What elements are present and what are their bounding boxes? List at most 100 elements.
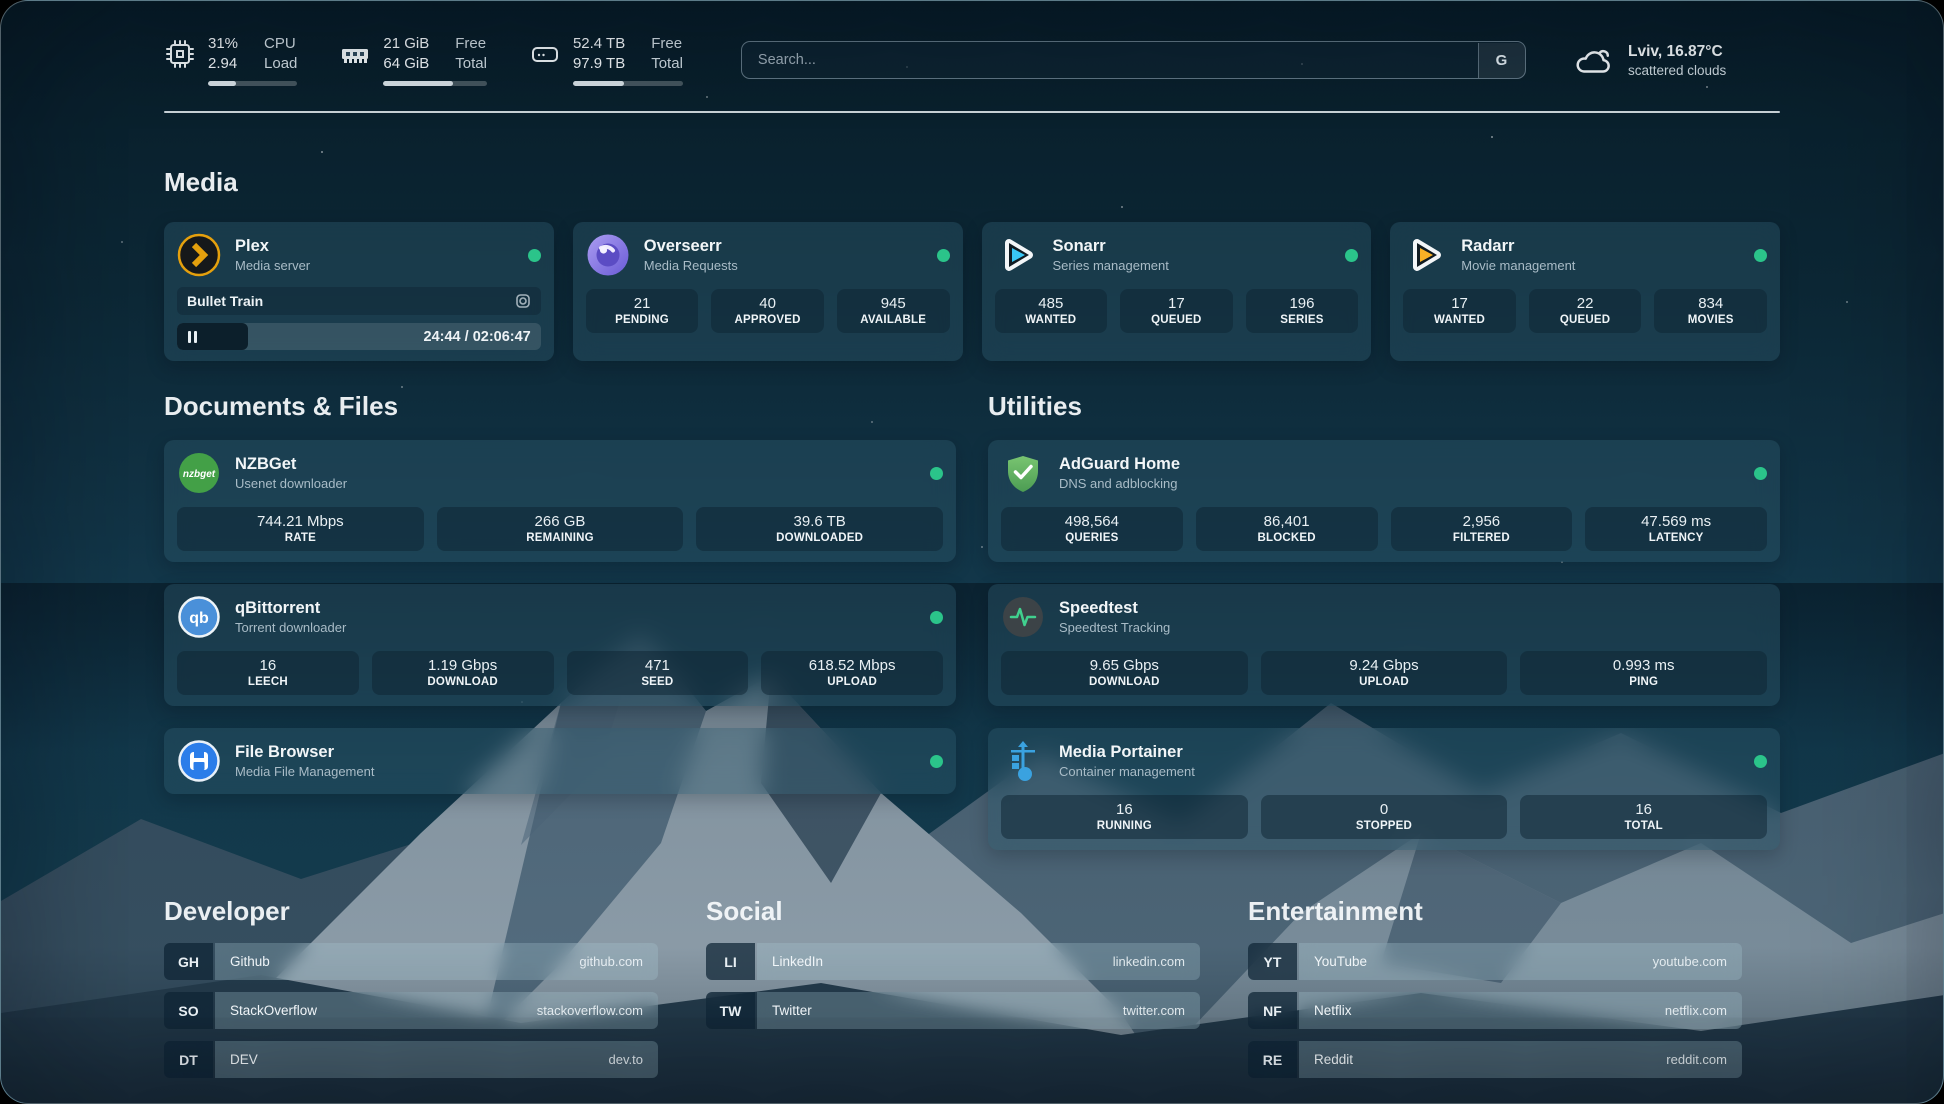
bookmark-abbr: GH xyxy=(164,943,213,980)
status-dot xyxy=(1754,755,1767,768)
bookmark-dev[interactable]: DT DEV dev.to xyxy=(164,1041,658,1078)
service-subtitle: DNS and adblocking xyxy=(1059,476,1180,491)
service-card-speedtest[interactable]: Speedtest Speedtest Tracking 9.65 Gbps D… xyxy=(988,584,1780,706)
service-title: Overseerr xyxy=(644,237,738,256)
bookmark-url: youtube.com xyxy=(1653,954,1727,969)
now-playing-row: Bullet Train xyxy=(177,287,541,315)
cloud-icon xyxy=(1572,43,1614,77)
stat-stopped: 0 STOPPED xyxy=(1261,795,1508,839)
service-card-overseerr[interactable]: Overseerr Media Requests 21 PENDING 40 A… xyxy=(573,222,963,361)
service-subtitle: Container management xyxy=(1059,764,1195,779)
memory-progress-fill xyxy=(383,81,452,86)
cpu-usage-value: 31% xyxy=(208,34,238,54)
bookmark-netflix[interactable]: NF Netflix netflix.com xyxy=(1248,992,1742,1029)
service-card-filebrowser[interactable]: File Browser Media File Management xyxy=(164,728,956,794)
status-dot xyxy=(930,611,943,624)
bookmark-github[interactable]: GH Github github.com xyxy=(164,943,658,980)
bookmark-reddit[interactable]: RE Reddit reddit.com xyxy=(1248,1041,1742,1078)
top-bar: 31% 2.94 CPU Load xyxy=(164,31,1780,89)
overseerr-icon xyxy=(586,233,630,277)
playback-elapsed xyxy=(177,323,248,350)
media-heading: Media xyxy=(164,167,1780,198)
service-card-portainer[interactable]: Media Portainer Container management 16 … xyxy=(988,728,1780,850)
stat-wanted: 485 WANTED xyxy=(995,289,1108,333)
bookmark-abbr: LI xyxy=(706,943,755,980)
status-dot xyxy=(528,249,541,262)
stat-leech: 16 LEECH xyxy=(177,651,359,695)
service-subtitle: Movie management xyxy=(1461,258,1575,273)
dashboard: 31% 2.94 CPU Load xyxy=(0,0,1944,1104)
stat-latency: 47.569 ms LATENCY xyxy=(1585,507,1767,551)
cpu-label: CPU xyxy=(264,34,297,54)
bookmark-name: Twitter xyxy=(772,1003,812,1018)
status-dot xyxy=(1345,249,1358,262)
search-provider-button[interactable]: G xyxy=(1478,43,1525,78)
load-label: Load xyxy=(264,54,297,74)
service-card-sonarr[interactable]: Sonarr Series management 485 WANTED 17 Q… xyxy=(982,222,1372,361)
stat-seed: 471 SEED xyxy=(567,651,749,695)
search-bar: G xyxy=(741,41,1526,79)
radarr-icon xyxy=(1403,233,1447,277)
bookmark-name: LinkedIn xyxy=(772,954,823,969)
weather-condition: scattered clouds xyxy=(1628,63,1726,78)
now-playing-title: Bullet Train xyxy=(187,293,263,309)
bookmark-url: stackoverflow.com xyxy=(537,1003,643,1018)
service-title: Radarr xyxy=(1461,237,1575,256)
section-documents: Documents & Files nzbget NZBGet Usenet d… xyxy=(164,391,956,794)
stat-total: 16 TOTAL xyxy=(1520,795,1767,839)
playback-progress-bar: 24:44 / 02:06:47 xyxy=(177,323,541,350)
filebrowser-icon xyxy=(177,739,221,783)
bookmark-abbr: SO xyxy=(164,992,213,1029)
bookmark-twitter[interactable]: TW Twitter twitter.com xyxy=(706,992,1200,1029)
session-icon xyxy=(515,293,531,309)
stat-movies: 834 MOVIES xyxy=(1654,289,1767,333)
entertainment-heading: Entertainment xyxy=(1248,896,1742,927)
topbar-divider xyxy=(164,111,1780,113)
svg-text:nzbget: nzbget xyxy=(183,469,216,480)
search-input[interactable] xyxy=(741,41,1526,79)
service-title: AdGuard Home xyxy=(1059,455,1180,474)
bookmark-abbr: RE xyxy=(1248,1041,1297,1078)
disk-free-value: 52.4 TB xyxy=(573,34,625,54)
service-card-plex[interactable]: Plex Media server Bullet Train xyxy=(164,222,554,361)
developer-heading: Developer xyxy=(164,896,658,927)
bookmark-linkedin[interactable]: LI LinkedIn linkedin.com xyxy=(706,943,1200,980)
service-card-radarr[interactable]: Radarr Movie management 17 WANTED 22 QUE… xyxy=(1390,222,1780,361)
bookmark-stackoverflow[interactable]: SO StackOverflow stackoverflow.com xyxy=(164,992,658,1029)
service-title: File Browser xyxy=(235,743,374,762)
status-dot xyxy=(1754,467,1767,480)
service-subtitle: Media File Management xyxy=(235,764,374,779)
service-title: qBittorrent xyxy=(235,599,346,618)
utilities-heading: Utilities xyxy=(988,391,1780,422)
service-subtitle: Media server xyxy=(235,258,310,273)
svg-text:qb: qb xyxy=(189,610,209,627)
bookmark-abbr: TW xyxy=(706,992,755,1029)
portainer-icon xyxy=(1001,739,1045,783)
bookmark-url: linkedin.com xyxy=(1113,954,1185,969)
weather-location-temp: Lviv, 16.87°C xyxy=(1628,43,1726,61)
stat-remaining: 266 GB REMAINING xyxy=(437,507,684,551)
stat-series: 196 SERIES xyxy=(1246,289,1359,333)
disk-total-label: Total xyxy=(651,54,683,74)
service-card-nzbget[interactable]: nzbget NZBGet Usenet downloader 744.21 M… xyxy=(164,440,956,562)
memory-total-label: Total xyxy=(455,54,487,74)
stat-running: 16 RUNNING xyxy=(1001,795,1248,839)
status-dot xyxy=(937,249,950,262)
memory-widget: 21 GiB 64 GiB Free Total xyxy=(339,34,487,86)
stat-download: 1.19 Gbps DOWNLOAD xyxy=(372,651,554,695)
bookmark-name: StackOverflow xyxy=(230,1003,317,1018)
stat-filtered: 2,956 FILTERED xyxy=(1391,507,1573,551)
status-dot xyxy=(930,467,943,480)
nzbget-icon: nzbget xyxy=(177,451,221,495)
service-card-adguard[interactable]: AdGuard Home DNS and adblocking 498,564 … xyxy=(988,440,1780,562)
section-media: Media Plex Media server xyxy=(164,167,1780,361)
bookmark-name: Github xyxy=(230,954,270,969)
service-card-qbittorrent[interactable]: qb qBittorrent Torrent downloader 16 xyxy=(164,584,956,706)
adguard-icon xyxy=(1001,451,1045,495)
documents-heading: Documents & Files xyxy=(164,391,956,422)
bookmark-youtube[interactable]: YT YouTube youtube.com xyxy=(1248,943,1742,980)
bookmark-url: reddit.com xyxy=(1666,1052,1727,1067)
snow-specks xyxy=(1,1,3,3)
bookmark-name: YouTube xyxy=(1314,954,1367,969)
speedtest-icon xyxy=(1001,595,1045,639)
